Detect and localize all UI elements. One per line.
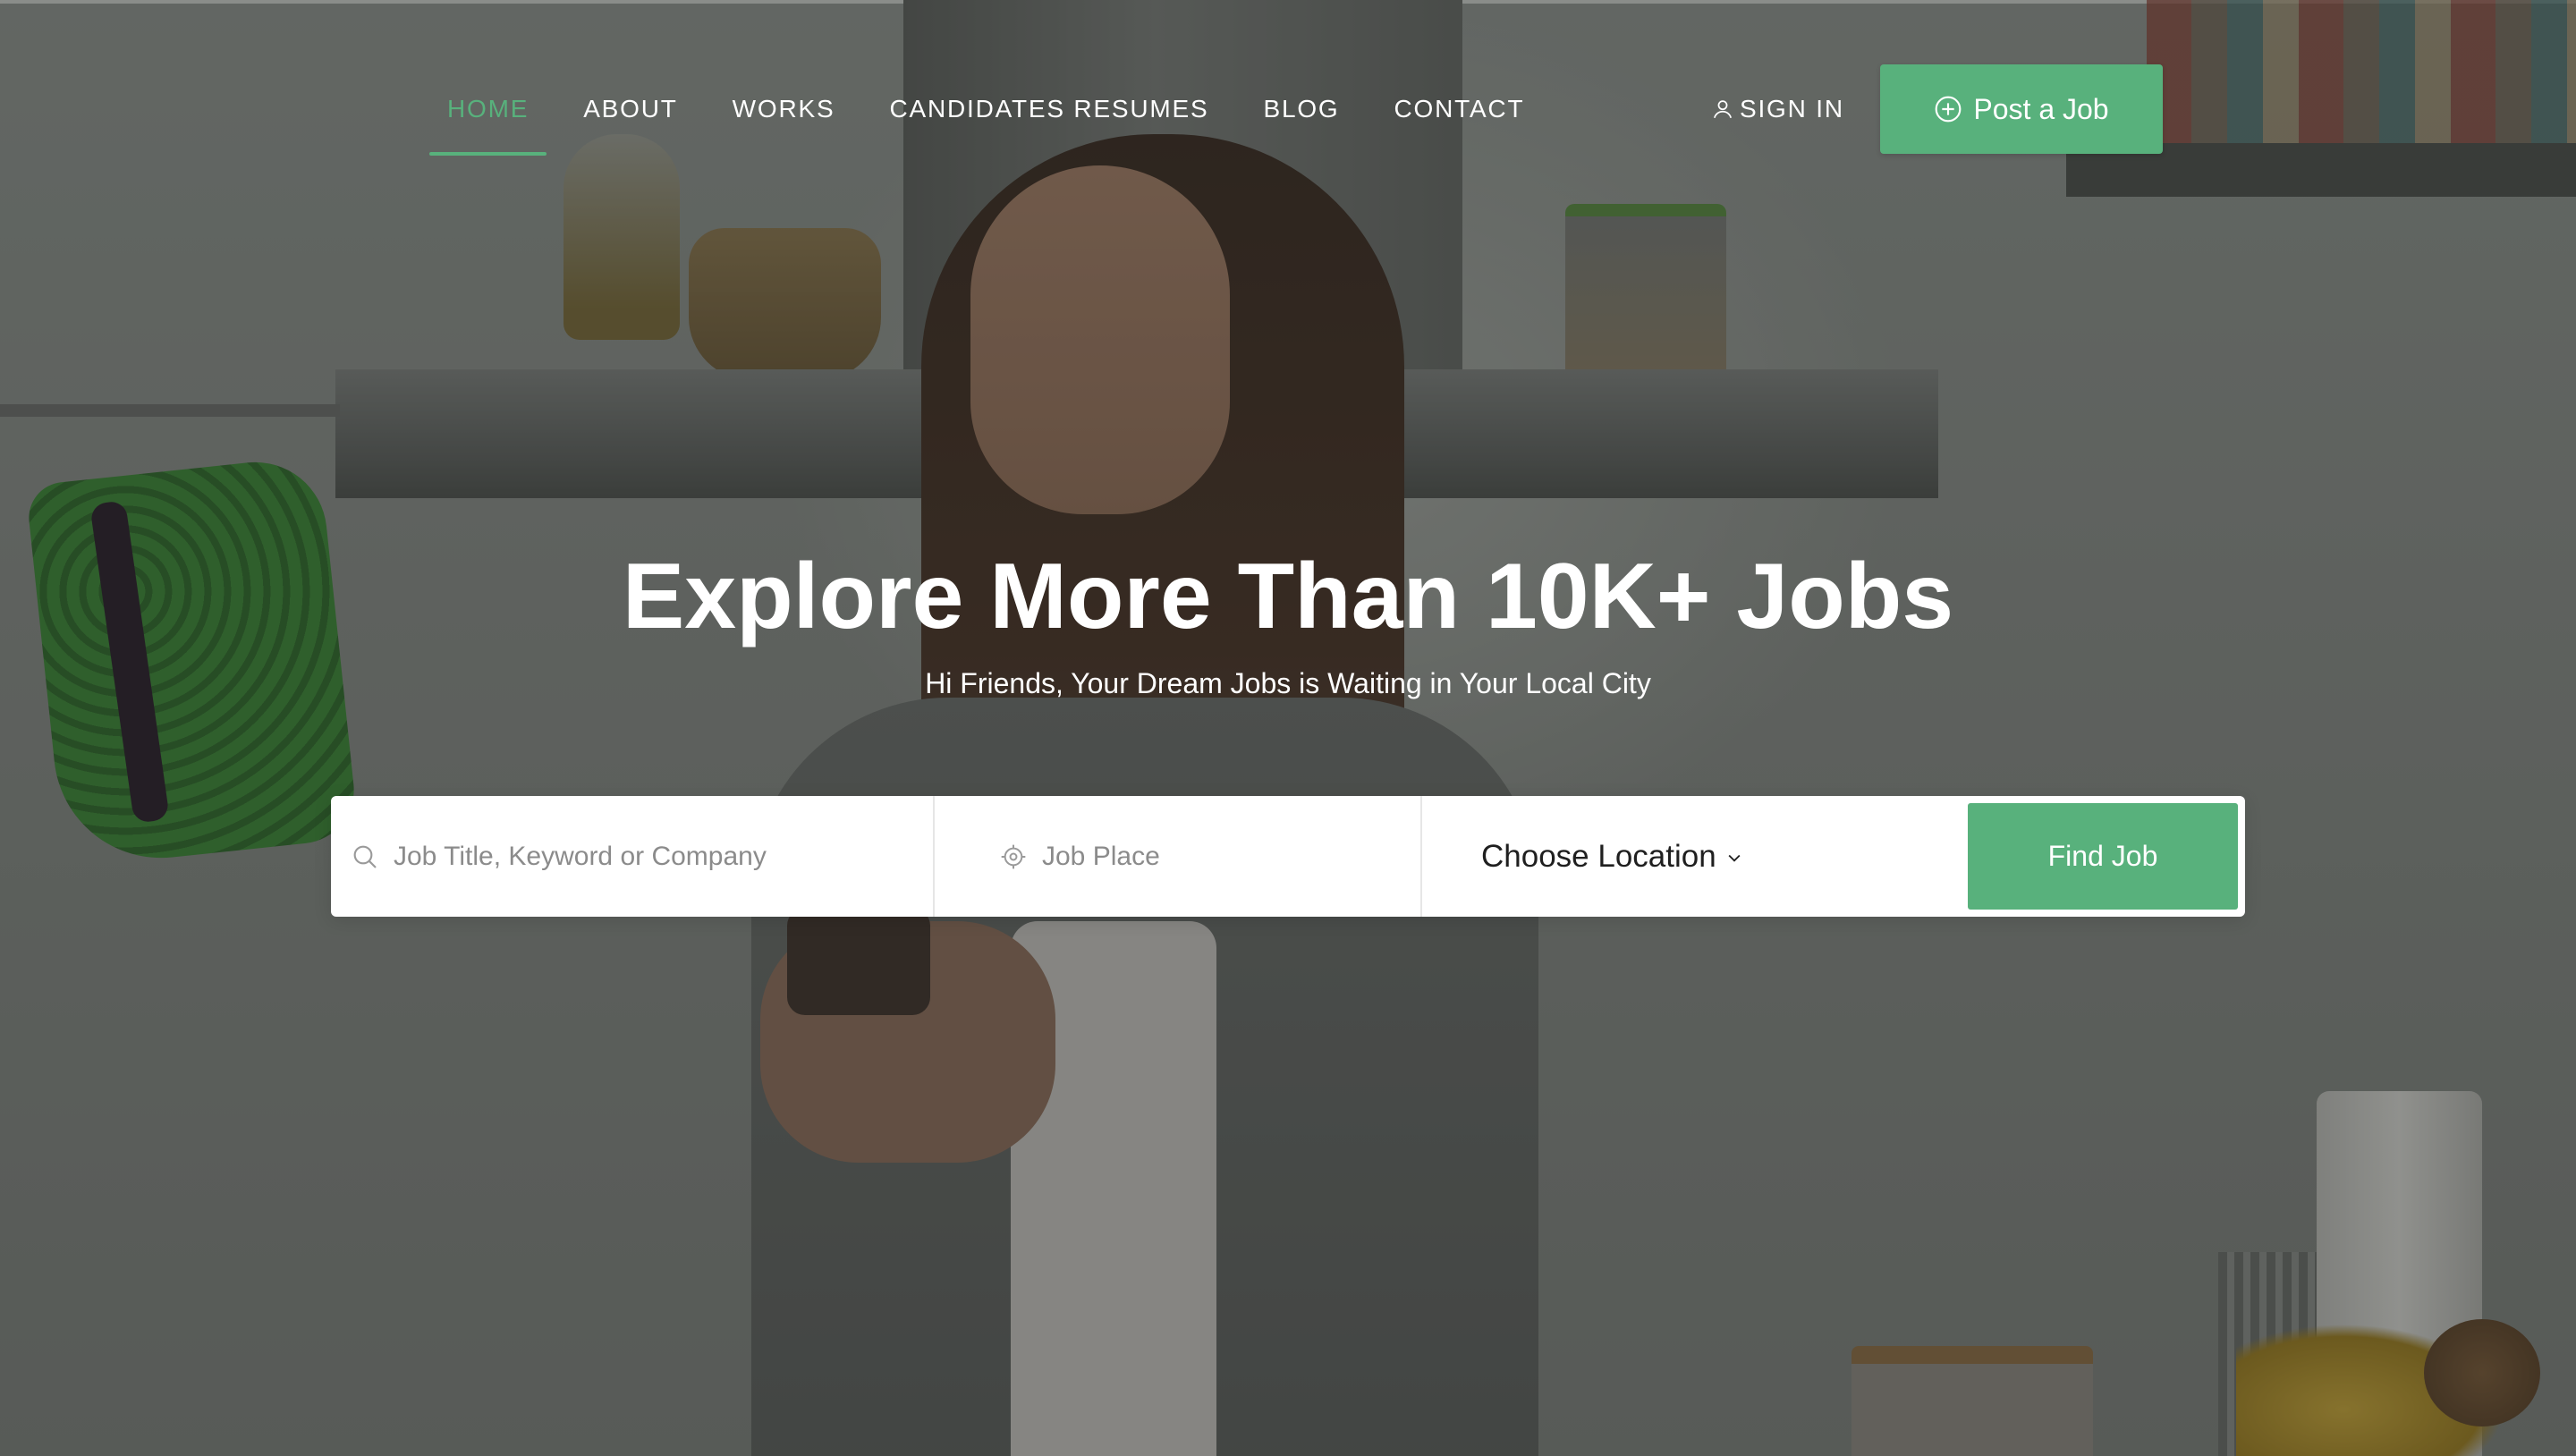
hero-background [0, 0, 2576, 1456]
search-icon [351, 842, 379, 871]
plus-circle-icon [1934, 95, 1962, 123]
job-place-field [935, 796, 1422, 917]
location-target-icon [999, 842, 1028, 871]
nav-item-home[interactable]: HOME [429, 82, 547, 156]
keyword-input[interactable] [392, 840, 933, 873]
nav-item-contact[interactable]: CONTACT [1377, 82, 1543, 136]
nav-item-works[interactable]: WORKS [715, 82, 853, 136]
job-place-input[interactable] [1040, 840, 1420, 873]
dark-overlay [0, 0, 2576, 1456]
sign-in-link[interactable]: SIGN IN [1711, 82, 1844, 136]
location-field: Choose Location [1422, 796, 1963, 917]
main-nav: HOME ABOUT WORKS CANDIDATES RESUMES BLOG… [429, 82, 1561, 156]
post-a-job-button[interactable]: Post a Job [1880, 64, 2163, 154]
keyword-field [331, 796, 935, 917]
choose-location-dropdown[interactable]: Choose Location [1481, 839, 1743, 875]
hero-title: Explore More Than 10K+ Jobs [622, 545, 1954, 648]
sign-in-label: SIGN IN [1740, 95, 1844, 123]
hero-subtitle: Hi Friends, Your Dream Jobs is Waiting i… [925, 667, 1651, 699]
user-icon [1711, 97, 1734, 121]
job-search-form: Choose Location Find Job [331, 796, 2245, 917]
choose-location-label: Choose Location [1481, 838, 1716, 874]
post-a-job-label: Post a Job [1973, 92, 2109, 125]
nav-item-blog[interactable]: BLOG [1246, 82, 1358, 136]
find-job-button[interactable]: Find Job [1968, 803, 2238, 910]
page: HOME ABOUT WORKS CANDIDATES RESUMES BLOG… [0, 0, 2576, 1456]
nav-item-candidates-resumes[interactable]: CANDIDATES RESUMES [871, 82, 1226, 136]
chevron-down-icon [1725, 839, 1743, 875]
nav-item-about[interactable]: ABOUT [565, 82, 695, 136]
